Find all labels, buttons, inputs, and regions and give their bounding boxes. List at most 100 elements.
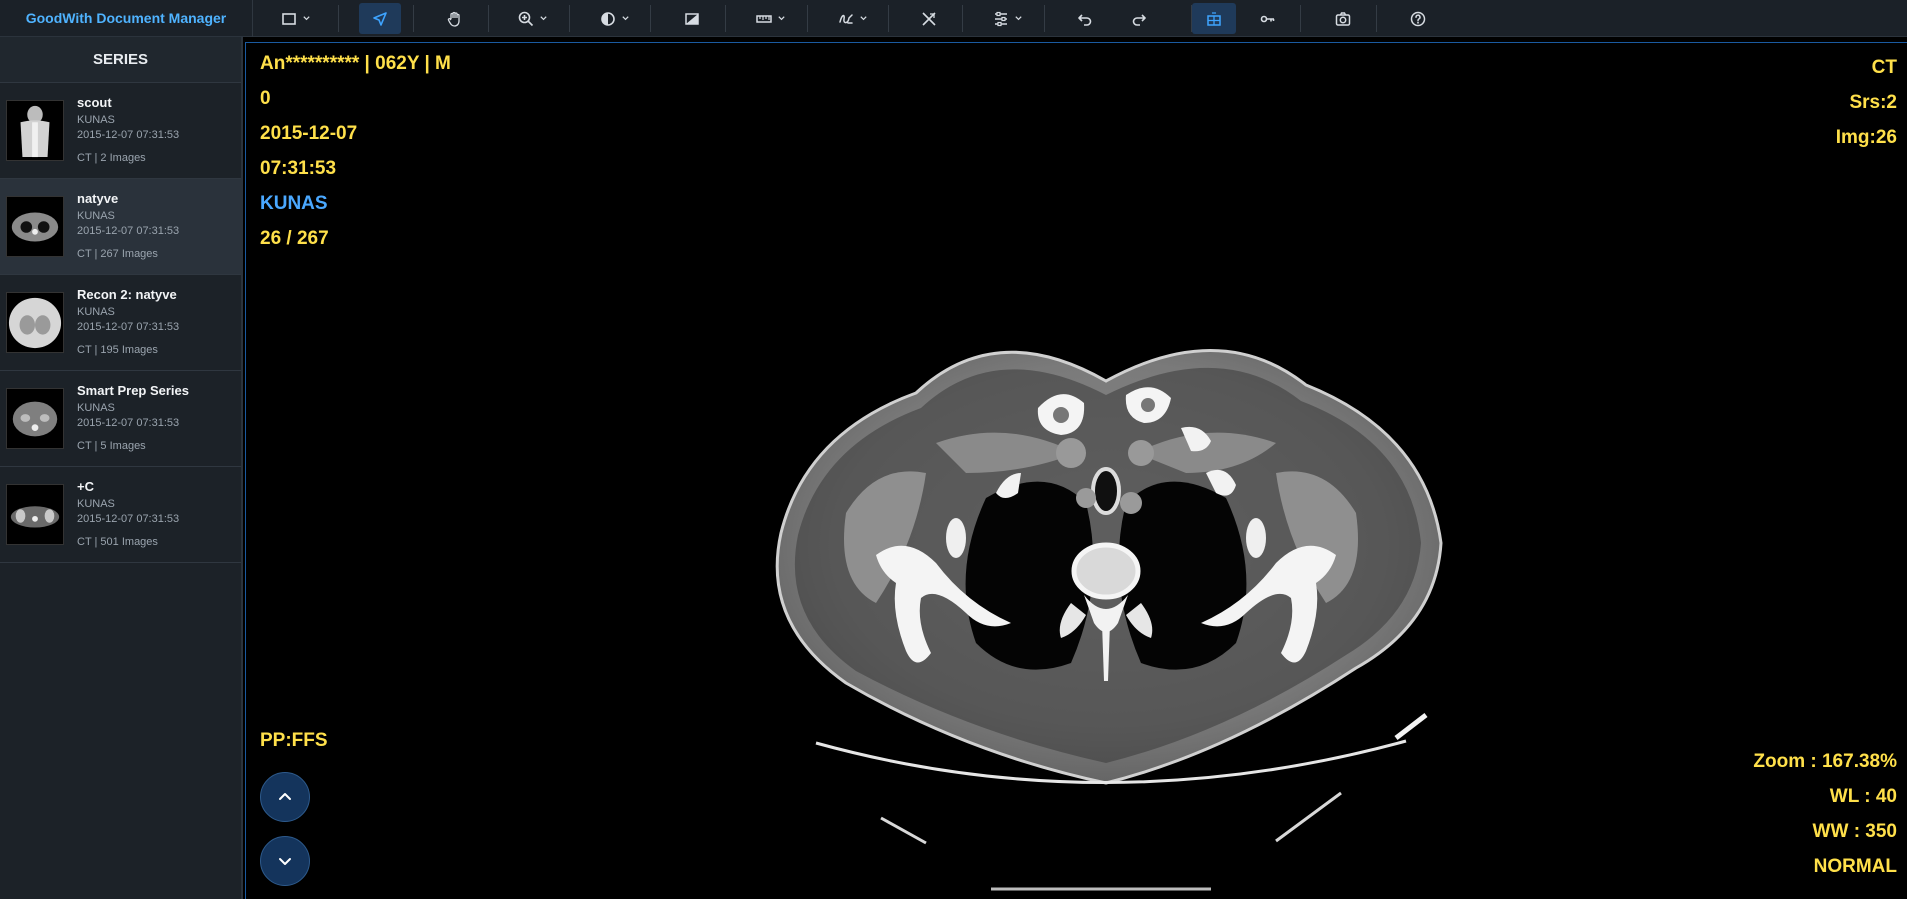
series-image-count: CT | 267 Images	[77, 248, 158, 260]
redo-icon	[1132, 13, 1146, 26]
toolbar-divider	[888, 5, 889, 32]
eraser-cross-icon	[922, 11, 936, 26]
series-name: +C	[77, 479, 94, 494]
image-viewport[interactable]: An********** | 062Y | M 0 2015-12-07 07:…	[245, 42, 1907, 899]
window-level: WL : 40	[1829, 786, 1897, 807]
series-image-count: CT | 501 Images	[77, 536, 158, 548]
undo-button[interactable]	[1064, 3, 1106, 34]
institution-name: KUNAS	[260, 193, 328, 214]
help-circle-icon	[1410, 11, 1426, 26]
toolbar-divider	[413, 5, 414, 32]
rectangle-select-button[interactable]	[270, 3, 320, 34]
hand-icon	[447, 11, 460, 27]
series-institution: KUNAS	[77, 306, 115, 318]
toolbar-divider	[962, 5, 963, 32]
annotate-button[interactable]	[828, 3, 876, 34]
chevron-down-icon[interactable]	[1014, 14, 1023, 23]
camera-icon	[1335, 11, 1351, 26]
toolbar-divider	[338, 5, 339, 32]
freehand-icon	[838, 13, 853, 24]
series-sidebar: SERIES scout KUNAS 2015-12-07 07:31:53 C…	[0, 37, 243, 899]
previous-image-button[interactable]	[260, 772, 310, 822]
screenshot-button[interactable]	[1322, 3, 1364, 34]
app-root: GoodWith Document Manager SERIES scout K…	[0, 0, 1907, 899]
chevron-down-icon[interactable]	[539, 14, 548, 23]
toolbar-divider	[1376, 5, 1377, 32]
chevron-down-icon[interactable]	[621, 14, 630, 23]
series-image-count: CT | 195 Images	[77, 344, 158, 356]
series-institution: KUNAS	[77, 498, 115, 510]
modality: CT	[1871, 57, 1897, 78]
chevron-down-icon[interactable]	[777, 14, 786, 23]
contrast-icon	[600, 11, 615, 26]
magnifier-plus-icon	[518, 11, 533, 26]
redo-button[interactable]	[1118, 3, 1160, 34]
ct-axial-image[interactable]	[666, 323, 1486, 899]
series-item-recon-2-natyve[interactable]: Recon 2: natyve KUNAS 2015-12-07 07:31:5…	[0, 275, 241, 371]
chevron-up-icon	[279, 793, 291, 800]
window-width: WW : 350	[1812, 821, 1897, 842]
next-image-button[interactable]	[260, 836, 310, 886]
cursor-arrow-icon	[373, 11, 387, 26]
patient-id: 0	[260, 88, 271, 109]
series-datetime: 2015-12-07 07:31:53	[77, 513, 180, 525]
pan-button[interactable]	[434, 3, 476, 34]
layout-button[interactable]	[1192, 3, 1236, 34]
toolbar-divider	[650, 5, 651, 32]
series-institution: KUNAS	[77, 114, 115, 126]
series-datetime: 2015-12-07 07:31:53	[77, 321, 180, 333]
patient-info: An********** | 062Y | M	[260, 53, 451, 74]
clear-annotations-button[interactable]	[908, 3, 950, 34]
zoom-button[interactable]	[508, 3, 556, 34]
toolbar-divider	[1044, 5, 1045, 32]
series-institution: KUNAS	[77, 210, 115, 222]
series-name: Recon 2: natyve	[77, 287, 177, 302]
series-name: Smart Prep Series	[77, 383, 190, 398]
ruler-icon	[755, 14, 772, 23]
pointer-button[interactable]	[359, 3, 401, 34]
help-button[interactable]	[1397, 3, 1439, 34]
measure-button[interactable]	[746, 3, 794, 34]
series-thumbnail	[6, 196, 64, 257]
series-datetime: 2015-12-07 07:31:53	[77, 225, 180, 237]
app-title: GoodWith Document Manager	[0, 0, 253, 37]
toolbar-divider	[807, 5, 808, 32]
undo-icon	[1078, 13, 1092, 26]
chevron-down-icon[interactable]	[302, 14, 311, 23]
series-thumbnail	[6, 484, 64, 545]
chevron-down-icon[interactable]	[859, 14, 868, 23]
link-button[interactable]	[1247, 3, 1289, 34]
invert-button[interactable]	[671, 3, 713, 34]
sidebar-title: SERIES	[0, 37, 241, 83]
invert-icon	[685, 12, 699, 25]
sliders-icon	[994, 11, 1007, 26]
series-thumbnail	[6, 292, 64, 353]
display-mode: NORMAL	[1813, 856, 1897, 877]
series-number: Srs:2	[1849, 92, 1897, 113]
toolbar-divider	[1300, 5, 1301, 32]
adjust-button[interactable]	[983, 3, 1031, 34]
series-institution: KUNAS	[77, 402, 115, 414]
image-number: Img:26	[1835, 127, 1897, 148]
study-time: 07:31:53	[260, 158, 337, 179]
series-item-contrast[interactable]: +C KUNAS 2015-12-07 07:31:53 CT | 501 Im…	[0, 467, 241, 563]
series-item-smart-prep-series[interactable]: Smart Prep Series KUNAS 2015-12-07 07:31…	[0, 371, 241, 467]
series-image-count: CT | 2 Images	[77, 152, 146, 164]
patient-position: PP:FFS	[260, 730, 328, 751]
series-datetime: 2015-12-07 07:31:53	[77, 129, 180, 141]
window-level-button[interactable]	[590, 3, 638, 34]
series-thumbnail	[6, 388, 64, 449]
toolbar: GoodWith Document Manager	[0, 0, 1907, 37]
series-item-scout[interactable]: scout KUNAS 2015-12-07 07:31:53 CT | 2 I…	[0, 83, 241, 179]
series-thumbnail	[6, 100, 64, 161]
chevron-down-icon	[279, 858, 291, 865]
series-datetime: 2015-12-07 07:31:53	[77, 417, 180, 429]
toolbar-divider	[569, 5, 570, 32]
series-image-count: CT | 5 Images	[77, 440, 146, 452]
image-position: 26 / 267	[260, 228, 329, 249]
zoom-level: Zoom : 167.38%	[1753, 751, 1897, 772]
key-link-icon	[1260, 15, 1275, 22]
grid-layout-icon	[1207, 11, 1221, 26]
study-date: 2015-12-07	[260, 123, 358, 144]
series-item-natyve[interactable]: natyve KUNAS 2015-12-07 07:31:53 CT | 26…	[0, 179, 241, 275]
